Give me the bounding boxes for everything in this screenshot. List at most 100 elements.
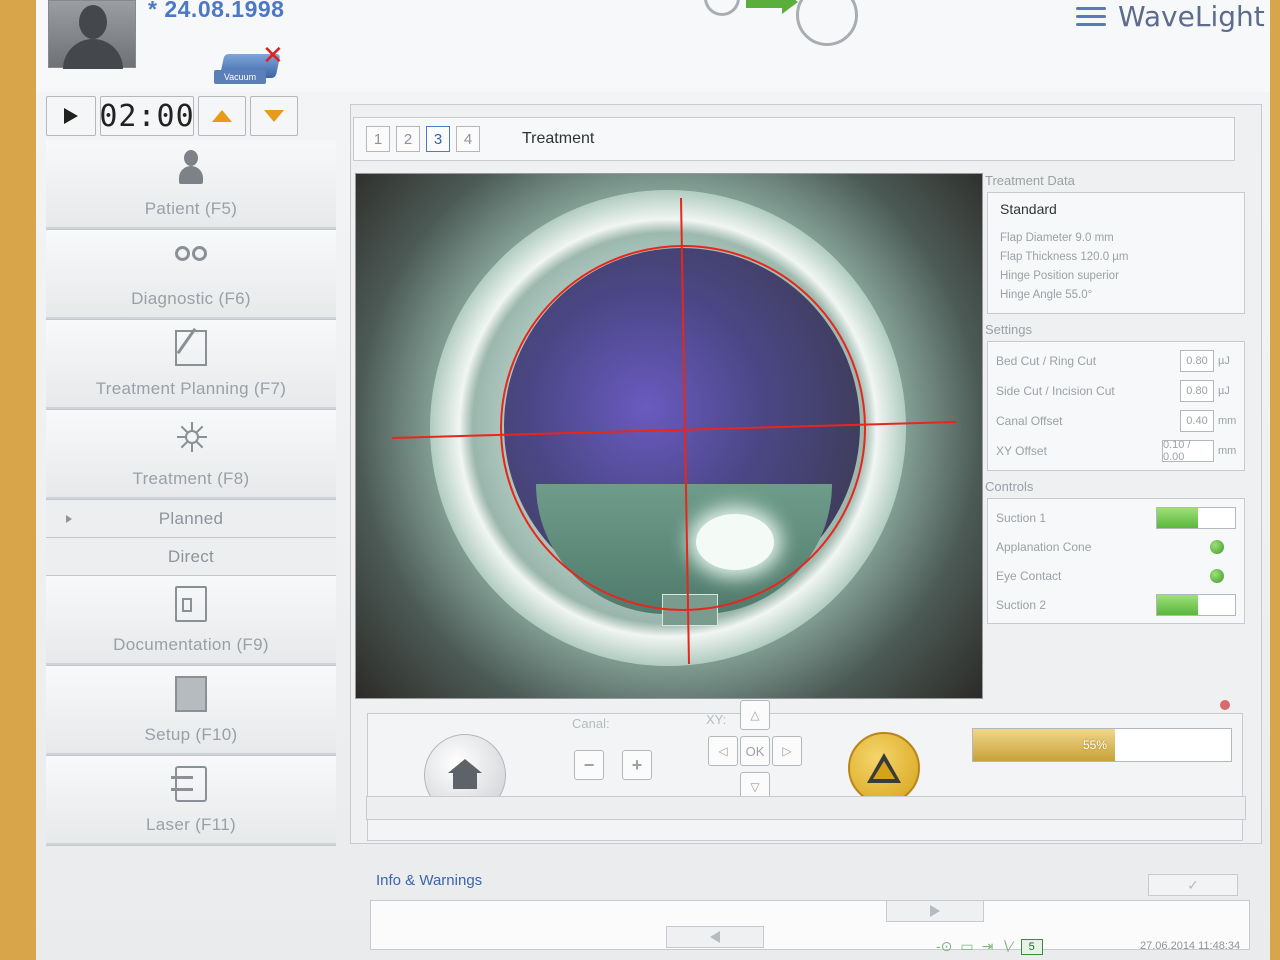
unit-label: µJ bbox=[1218, 355, 1230, 367]
crosshair-vertical bbox=[680, 197, 690, 665]
system-datetime: 27.06.2014 11:48:34 bbox=[1140, 940, 1241, 952]
canal-plus-button[interactable]: + bbox=[622, 750, 652, 780]
arrow-down-icon bbox=[264, 110, 284, 122]
document-icon bbox=[175, 586, 207, 622]
xy-ok-button[interactable]: OK bbox=[740, 736, 770, 766]
nav-item-patient[interactable]: Patient (F5) bbox=[46, 140, 336, 230]
nav-label: Treatment Planning (F7) bbox=[95, 379, 287, 398]
treatment-progress-bar: 55% bbox=[972, 728, 1232, 762]
next-message-button[interactable] bbox=[886, 900, 984, 922]
xy-left-button[interactable]: ◁ bbox=[708, 736, 738, 766]
wave-logo-icon bbox=[1076, 4, 1106, 28]
applanation-status-led bbox=[1210, 539, 1224, 554]
eye-camera-view[interactable] bbox=[355, 173, 983, 699]
xy-right-button[interactable]: ▷ bbox=[772, 736, 802, 766]
patient-avatar bbox=[48, 0, 136, 69]
info-message-box bbox=[370, 900, 1250, 950]
nav-item-setup[interactable]: Setup (F10) bbox=[46, 666, 336, 756]
control-label: Suction 2 bbox=[996, 597, 1047, 612]
status-strip bbox=[366, 796, 1246, 820]
nav-label: Diagnostic (F6) bbox=[131, 289, 251, 308]
control-label: Suction 1 bbox=[996, 510, 1047, 525]
status-dot-icon bbox=[1220, 700, 1230, 710]
step-title: Treatment bbox=[522, 130, 595, 147]
control-row: Applanation Cone bbox=[996, 532, 1236, 561]
crosshair-horizontal bbox=[391, 421, 957, 439]
xy-label: XY: bbox=[706, 712, 727, 727]
controls-title: Controls bbox=[985, 479, 1034, 494]
setting-row: Side Cut / Incision Cut 0.80 µJ bbox=[996, 376, 1236, 406]
vacuum-label: Vacuum bbox=[214, 70, 266, 84]
laser-app-screen: * 24.08.1998 Vacuum ✕ WaveLight 02:00 Pa… bbox=[36, 0, 1270, 960]
step-1-button[interactable]: 1 bbox=[366, 126, 390, 152]
canal-minus-button[interactable]: − bbox=[574, 750, 604, 780]
nav-label: Patient (F5) bbox=[144, 199, 238, 218]
profile-name: Standard bbox=[1000, 201, 1057, 217]
control-row: Suction 2 bbox=[996, 590, 1236, 619]
brand-logo: WaveLight bbox=[1076, 0, 1265, 36]
settings-box: Bed Cut / Ring Cut 0.80 µJ Side Cut / Inc… bbox=[987, 341, 1245, 471]
setting-label: Bed Cut / Ring Cut bbox=[996, 354, 1097, 368]
home-icon bbox=[448, 759, 482, 791]
treatment-param: Flap Thickness 120.0 µm bbox=[1000, 251, 1129, 263]
control-label: Eye Contact bbox=[996, 568, 1062, 583]
nav-item-laser[interactable]: Laser (F11) bbox=[46, 756, 336, 846]
timer-down-button[interactable] bbox=[250, 96, 298, 136]
side-cut-input[interactable]: 0.80 bbox=[1180, 380, 1214, 402]
nav-item-treatment[interactable]: Treatment (F8) bbox=[46, 410, 336, 500]
nav-item-diagnostic[interactable]: Diagnostic (F6) bbox=[46, 230, 336, 320]
nav-label: Laser (F11) bbox=[146, 815, 236, 834]
timer-bar: 02:00 bbox=[46, 96, 318, 138]
nav-label: Treatment (F8) bbox=[132, 469, 250, 488]
error-x-icon: ✕ bbox=[262, 40, 284, 70]
diagnostic-icon bbox=[175, 240, 207, 276]
canal-label: Canal: bbox=[572, 716, 610, 731]
vacuum-status-icon: Vacuum ✕ bbox=[214, 40, 290, 88]
acknowledge-button[interactable]: ✓ bbox=[1148, 874, 1238, 896]
crosshair-overlay bbox=[391, 197, 957, 665]
sidebar-nav: Patient (F5) Diagnostic (F6) Treatment P… bbox=[46, 140, 336, 846]
unit-label: µJ bbox=[1218, 385, 1230, 397]
laser-burst-icon bbox=[175, 420, 207, 456]
xy-up-button[interactable]: △ bbox=[740, 700, 770, 730]
arrow-left-icon bbox=[710, 931, 720, 943]
unit-label: mm bbox=[1218, 445, 1237, 457]
planning-icon bbox=[175, 330, 207, 366]
treatment-param: Flap Diameter 9.0 mm bbox=[1000, 232, 1114, 244]
treatment-data-title: Treatment Data bbox=[985, 173, 1075, 188]
arrow-up-icon: △ bbox=[750, 708, 760, 722]
treatment-param: Hinge Position superior bbox=[1000, 270, 1119, 282]
step-2-button[interactable]: 2 bbox=[396, 126, 420, 152]
nav-sub-direct[interactable]: Direct bbox=[46, 538, 336, 576]
standard-profile-box: Standard Flap Diameter 9.0 mm Flap Thick… bbox=[987, 192, 1245, 314]
connection-icon: -⊙ bbox=[936, 938, 953, 954]
nav-sub-label: Planned bbox=[158, 508, 224, 528]
nav-label: Setup (F10) bbox=[144, 725, 238, 744]
nav-sub-planned[interactable]: Planned bbox=[46, 500, 336, 538]
canal-offset-input[interactable]: 0.40 bbox=[1180, 410, 1214, 432]
bed-cut-input[interactable]: 0.80 bbox=[1180, 350, 1214, 372]
step-3-button[interactable]: 3 bbox=[426, 126, 450, 152]
nav-item-treatment-planning[interactable]: Treatment Planning (F7) bbox=[46, 320, 336, 410]
brand-name: WaveLight bbox=[1118, 0, 1265, 33]
nav-sub-label: Direct bbox=[167, 546, 215, 566]
treatment-data-panel: Treatment Data Standard Flap Diameter 9.… bbox=[981, 173, 1251, 673]
step-4-button[interactable]: 4 bbox=[456, 126, 480, 152]
eye-contact-status-led bbox=[1210, 568, 1224, 583]
play-icon bbox=[64, 108, 78, 124]
wave-icon: ∖∕ bbox=[1001, 938, 1013, 954]
xy-offset-input[interactable]: 0.10 / 0.00 bbox=[1162, 439, 1214, 463]
workflow-graphic-icon bbox=[704, 0, 864, 50]
system-status-icons: -⊙ ▭ ⇥ ∖∕ 5 bbox=[936, 938, 1043, 955]
play-button[interactable] bbox=[46, 96, 96, 136]
step-bar: 1 2 3 4 Treatment bbox=[353, 117, 1235, 161]
previous-message-button[interactable] bbox=[666, 926, 764, 948]
arrow-right-icon: ▷ bbox=[782, 744, 792, 758]
laser-icon bbox=[171, 766, 207, 802]
message-counter-badge: 5 bbox=[1020, 938, 1043, 955]
nav-item-documentation[interactable]: Documentation (F9) bbox=[46, 576, 336, 666]
arrow-right-icon bbox=[930, 905, 940, 917]
laser-start-button[interactable] bbox=[848, 732, 920, 804]
bottom-control-panel: Canal: − + XY: △ ◁ OK ▷ ▽ 55% bbox=[367, 700, 1243, 841]
timer-up-button[interactable] bbox=[198, 96, 246, 136]
